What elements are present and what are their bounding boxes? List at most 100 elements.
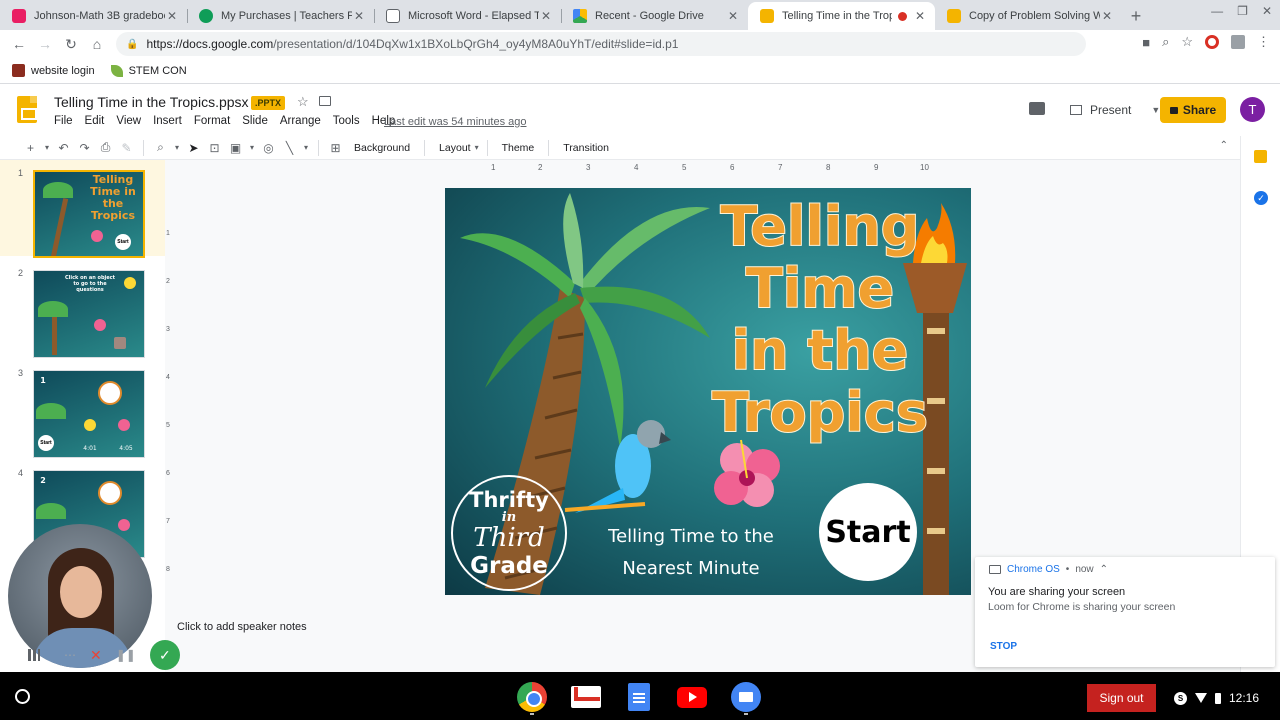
slides-logo-icon[interactable] [17,96,37,123]
share-button[interactable]: Share [1160,97,1226,123]
presenter-face-shape [60,566,102,618]
filmstrip-slide-3[interactable]: 3 1 Start 4:01 4:05 [0,360,165,458]
new-slide-icon[interactable]: + [20,141,41,155]
zoom-icon[interactable]: ⌕ [150,140,171,155]
tab-word-doc[interactable]: Microsoft Word - Elapsed Tim ✕ [374,2,561,30]
menu-edit[interactable]: Edit [79,115,111,127]
menu-file[interactable]: File [48,115,79,127]
url-field[interactable]: 🔒 https://docs.google.com/presentation/d… [116,32,1086,56]
maximize-icon[interactable]: ❐ [1237,4,1248,18]
sign-out-button[interactable]: Sign out [1087,684,1156,712]
files-app-icon[interactable] [730,682,762,715]
chevron-down-icon[interactable]: ▾ [246,143,258,152]
tab-google-drive[interactable]: Recent - Google Drive ✕ [561,2,748,30]
select-cursor-icon[interactable]: ➤ [183,141,204,155]
paint-format-icon[interactable]: ✎ [116,141,137,155]
recording-icon [898,11,907,21]
close-tab-icon[interactable]: ✕ [1100,9,1114,23]
more-icon[interactable]: ⋯ [64,648,76,662]
new-tab-button[interactable]: + [1122,2,1150,30]
tab-problem-solving[interactable]: Copy of Problem Solving With ✕ [935,2,1122,30]
shape-icon[interactable]: ◎ [258,141,279,155]
reload-icon[interactable]: ↻ [58,36,84,53]
stop-sharing-button[interactable]: STOP [990,641,1017,652]
finish-recording-icon[interactable]: ✓ [149,640,180,670]
answer-label: 4:05 [119,445,133,452]
chevron-down-icon[interactable]: ▾ [41,143,53,152]
gmail-app-icon[interactable] [570,682,602,712]
tab-title: Copy of Problem Solving With [969,10,1100,22]
chrome-app-icon[interactable] [516,682,548,715]
present-button[interactable]: Present ▼ [1062,97,1168,123]
chrome-menu-icon[interactable]: ⋮ [1257,34,1270,50]
tab-gradebook[interactable]: Johnson-Math 3B gradebook ✕ [0,2,187,30]
tasks-icon[interactable]: ✓ [1254,191,1268,205]
back-icon[interactable]: ← [6,36,32,52]
line-icon[interactable]: ╲ [279,141,300,155]
last-edit-link[interactable]: Last edit was 54 minutes ago [384,116,526,128]
close-window-icon[interactable]: ✕ [1262,4,1272,18]
tab-purchases[interactable]: My Purchases | Teachers Pay ✕ [187,2,374,30]
theme-button[interactable]: Theme [494,142,543,154]
cancel-recording-icon[interactable]: ✕ [90,647,102,664]
undo-icon[interactable]: ↶ [53,141,74,155]
speaker-notes-field[interactable]: Click to add speaker notes [177,621,307,633]
move-folder-icon[interactable] [319,96,331,106]
document-title[interactable]: Telling Time in the Tropics.ppsx [54,94,249,110]
pause-icon[interactable]: ❚❚ [116,648,136,662]
bookmark-website-login[interactable]: website login [12,64,95,77]
status-tray[interactable]: S 12:16 [1174,684,1259,712]
close-tab-icon[interactable]: ✕ [165,9,179,23]
minimize-icon[interactable]: — [1211,4,1223,18]
camera-icon[interactable]: ■ [1142,35,1150,50]
image-icon[interactable]: ▣ [225,141,246,155]
comment-add-icon[interactable]: ⊞ [325,141,346,155]
close-tab-icon[interactable]: ✕ [726,9,740,23]
chevron-down-icon[interactable]: ▾ [473,143,481,152]
extension-icon[interactable] [1231,35,1245,49]
close-tab-icon[interactable]: ✕ [352,9,366,23]
menu-tools[interactable]: Tools [327,115,366,127]
launcher-icon[interactable] [15,689,30,704]
loom-extension-icon[interactable] [1205,35,1219,49]
home-icon[interactable]: ⌂ [84,36,110,52]
zoom-icon[interactable]: ⌕ [1162,34,1169,50]
current-slide[interactable]: Telling Time in the Tropics Telling Time… [445,188,971,595]
notification-source: Chrome OS [1007,564,1060,575]
docs-app-icon[interactable] [623,682,655,712]
start-button[interactable]: Start [819,483,917,581]
comments-icon[interactable] [1029,102,1045,115]
text-box-icon[interactable]: ⊡ [204,141,225,155]
chevron-down-icon[interactable]: ▾ [300,143,312,152]
chevron-up-icon[interactable]: ⌃ [1100,564,1108,575]
menu-view[interactable]: View [110,115,147,127]
toolbar-divider [143,139,144,156]
collapse-toolbar-icon[interactable]: ⌃ [1220,140,1228,151]
ruler-tick: 5 [682,163,687,172]
layout-button[interactable]: Layout [431,142,479,154]
filmstrip-slide-1[interactable]: 1 Telling Time in the Tropics Start [0,160,165,258]
youtube-app-icon[interactable] [676,682,708,712]
menu-slide[interactable]: Slide [236,115,274,127]
transition-button[interactable]: Transition [555,142,617,154]
menu-insert[interactable]: Insert [147,115,188,127]
keep-icon[interactable] [1254,150,1267,163]
print-icon[interactable]: ⎙ [95,140,116,155]
close-tab-icon[interactable]: ✕ [539,9,553,23]
grid-icon[interactable] [28,649,40,661]
chevron-down-icon[interactable]: ▼ [1151,105,1160,115]
background-button[interactable]: Background [346,142,418,154]
filmstrip-slide-2[interactable]: 2 Click on an object to go to the questi… [0,260,165,358]
star-icon[interactable]: ☆ [297,94,309,110]
tab-telling-time[interactable]: Telling Time in the Tropic ✕ [748,2,935,30]
bookmark-stem-con[interactable]: STEM CON [110,64,187,77]
close-tab-icon[interactable]: ✕ [913,9,927,23]
menu-arrange[interactable]: Arrange [274,115,327,127]
ruler-tick: 4 [166,374,170,381]
account-avatar[interactable]: T [1240,97,1265,122]
forward-icon[interactable]: → [32,36,58,52]
chevron-down-icon[interactable]: ▾ [171,143,183,152]
bookmark-star-icon[interactable]: ☆ [1181,34,1193,50]
redo-icon[interactable]: ↷ [74,141,95,155]
menu-format[interactable]: Format [188,115,236,127]
